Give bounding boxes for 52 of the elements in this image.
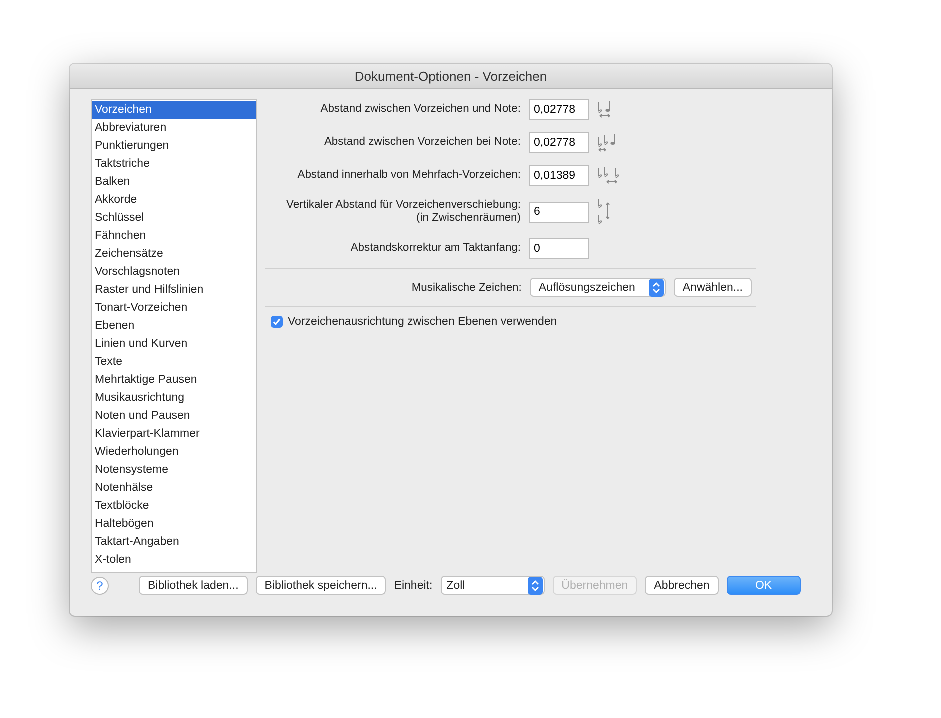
cancel-button[interactable]: Abbrechen — [645, 576, 719, 595]
sidebar-item[interactable]: Abbreviaturen — [92, 119, 256, 137]
field-label: Vertikaler Abstand für Vorzeichenverschiebung: — [286, 199, 521, 212]
input-field[interactable]: 0,01389 — [529, 165, 589, 186]
sidebar-item[interactable]: Mehrtaktige Pausen — [92, 371, 256, 389]
sidebar-item[interactable]: Haltebögen — [92, 515, 256, 533]
save-library-button[interactable]: Bibliothek speichern... — [256, 576, 386, 595]
sidebar-item[interactable]: Schlüssel — [92, 209, 256, 227]
sidebar-item[interactable]: Linien und Kurven — [92, 335, 256, 353]
sidebar-item[interactable]: Notensysteme — [92, 461, 256, 479]
sidebar-item[interactable]: Akkorde — [92, 191, 256, 209]
checkbox-label: Vorzeichenausrichtung zwischen Ebenen verwenden — [288, 316, 558, 328]
unit-label: Einheit: — [394, 580, 433, 592]
sidebar-item[interactable]: Balken — [92, 173, 256, 191]
sidebar-item[interactable]: Musikausrichtung — [92, 389, 256, 407]
sidebar-item[interactable]: Textblöcke — [92, 497, 256, 515]
sidebar-item[interactable]: X-tolen — [92, 551, 256, 569]
field-sublabel: (in Zwischenräumen) — [416, 212, 521, 225]
sidebar-item[interactable]: Fähnchen — [92, 227, 256, 245]
field-label: Abstand zwischen Vorzeichen bei Note: — [324, 136, 521, 149]
sidebar-item[interactable]: Punktierungen — [92, 137, 256, 155]
sidebar-item[interactable]: Zeichensätze — [92, 245, 256, 263]
input-field[interactable]: 0,02778 — [529, 99, 589, 120]
sidebar-item[interactable]: Taktstriche — [92, 155, 256, 173]
musical-symbols-label: Musikalische Zeichen: — [412, 282, 522, 294]
vertical-flat-shift-icon — [597, 198, 613, 226]
select-button[interactable]: Anwählen... — [674, 278, 752, 297]
load-library-button[interactable]: Bibliothek laden... — [139, 576, 248, 595]
sidebar-item[interactable]: Taktart-Angaben — [92, 533, 256, 551]
unit-dropdown[interactable]: Zoll — [440, 576, 545, 595]
help-button[interactable]: ? — [91, 576, 109, 594]
field-label: Abstandskorrektur am Taktanfang: — [350, 242, 521, 255]
sidebar-item[interactable]: Ebenen — [92, 317, 256, 335]
sidebar-item[interactable]: Wiederholungen — [92, 443, 256, 461]
symbol-dropdown[interactable]: Auflösungszeichen — [530, 278, 666, 297]
chevron-updown-icon — [648, 278, 664, 296]
sidebar-item[interactable]: Texte — [92, 353, 256, 371]
chevron-updown-icon — [528, 576, 543, 594]
input-field[interactable]: 0 — [529, 238, 589, 259]
sidebar-item[interactable]: Vorschlagsnoten — [92, 263, 256, 281]
field-label: Abstand innerhalb von Mehrfach-Vorzeichen: — [298, 169, 521, 182]
input-field[interactable]: 0,02778 — [529, 132, 589, 153]
sidebar-item[interactable]: Notenhälse — [92, 479, 256, 497]
field-label: Abstand zwischen Vorzeichen und Note: — [320, 103, 521, 116]
sidebar-item[interactable]: Klavierpart-Klammer — [92, 425, 256, 443]
sidebar-item[interactable]: Raster und Hilfslinien — [92, 281, 256, 299]
sidebar-item[interactable]: Vorzeichen — [92, 101, 256, 119]
window-title: Dokument-Optionen - Vorzeichen — [354, 68, 548, 84]
sidebar-item[interactable]: Noten und Pausen — [92, 407, 256, 425]
checkbox[interactable] — [271, 316, 283, 328]
input-field[interactable]: 6 — [529, 202, 589, 222]
sidebar-item[interactable]: Tonart-Vorzeichen — [92, 299, 256, 317]
